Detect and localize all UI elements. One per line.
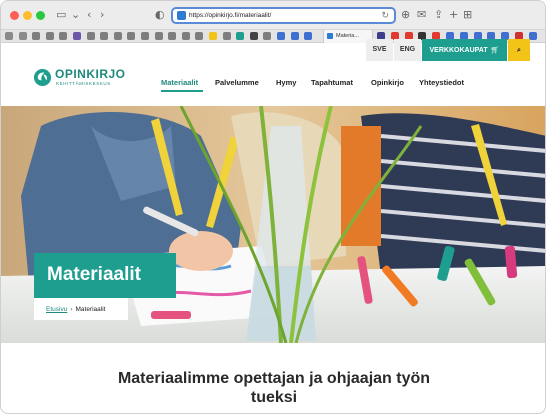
logo-name: OPINKIRJO xyxy=(55,67,126,81)
nav-materiaalit[interactable]: Materiaalit xyxy=(161,78,198,88)
bookmark-favicon-icon[interactable] xyxy=(290,32,299,40)
nav-yhteystiedot[interactable]: Yhteystiedot xyxy=(419,78,464,88)
bookmark-favicon-icon[interactable] xyxy=(59,32,68,40)
forward-icon[interactable]: › xyxy=(100,8,104,22)
logo-mark-icon xyxy=(33,68,52,87)
nav-tapahtumat[interactable]: Tapahtumat xyxy=(311,78,353,88)
bookmark-favicon-icon[interactable] xyxy=(304,32,313,40)
page-title: Materiaalit xyxy=(47,264,141,285)
bookmark-favicon-icon[interactable] xyxy=(86,32,95,40)
back-icon[interactable]: ‹ xyxy=(87,8,91,22)
bookmark-favicon-icon[interactable] xyxy=(181,32,190,40)
tab-overview-icon[interactable]: ⊞ xyxy=(463,8,472,22)
close-window-button[interactable] xyxy=(10,11,19,20)
browser-toolbar: ▭ ⌄ ‹ › ◐ https://opinkirjo.fi/materiaal… xyxy=(1,1,545,30)
sidebar-toggle-icon[interactable]: ▭ xyxy=(56,8,66,22)
new-tab-icon[interactable]: + xyxy=(449,8,458,22)
reload-icon[interactable]: ↻ xyxy=(381,9,389,22)
breadcrumb: Etusivu › Materiaalit xyxy=(34,298,128,320)
webshops-label: VERKKOKAUPAT xyxy=(429,47,488,54)
zoom-window-button[interactable] xyxy=(36,11,45,20)
tab-favicon-icon xyxy=(327,33,333,39)
download-icon[interactable]: ⊕ xyxy=(401,8,410,22)
language-sve-button[interactable]: SVE xyxy=(366,39,393,61)
breadcrumb-home-link[interactable]: Etusivu xyxy=(46,306,67,313)
bookmark-favicon-icon[interactable] xyxy=(127,32,136,40)
bookmark-favicon-icon[interactable] xyxy=(45,32,54,40)
bookmark-favicon-icon[interactable] xyxy=(236,32,245,40)
nav-opinkirjo[interactable]: Opinkirjo xyxy=(371,78,404,88)
tab-menu-chevron-icon[interactable]: ⌄ xyxy=(71,8,80,22)
bookmark-favicon-icon[interactable] xyxy=(209,32,217,40)
bookmark-favicon-icon[interactable] xyxy=(263,32,272,40)
nav-palvelumme[interactable]: Palvelumme xyxy=(215,78,259,88)
bookmark-favicon-icon[interactable] xyxy=(277,32,285,40)
bookmark-favicon-icon[interactable] xyxy=(195,32,204,40)
search-icon: ⌕ xyxy=(517,46,521,54)
bookmark-favicon-icon[interactable] xyxy=(18,32,27,40)
breadcrumb-separator: › xyxy=(70,306,73,313)
bookmark-favicon-icon[interactable] xyxy=(113,32,122,40)
nav-active-indicator xyxy=(161,90,203,92)
nav-hymy[interactable]: Hymy xyxy=(276,78,296,88)
webshops-button[interactable]: VERKKOKAUPAT 🛒︎ xyxy=(422,39,507,61)
language-eng-button[interactable]: ENG xyxy=(394,39,421,61)
logo-subtitle: KEHITTÄMISKESKUS xyxy=(56,81,111,86)
privacy-shield-icon[interactable]: ◐ xyxy=(155,8,165,22)
bookmark-favicon-icon[interactable] xyxy=(141,32,149,40)
bookmark-favicon-icon[interactable] xyxy=(168,32,177,40)
address-bar[interactable]: https://opinkirjo.fi/materiaalit/ ↻ xyxy=(171,7,396,24)
bookmark-favicon-icon[interactable] xyxy=(249,32,258,40)
breadcrumb-current: Materiaalit xyxy=(75,306,106,313)
bookmark-favicon-icon[interactable] xyxy=(5,32,13,40)
browser-window: ▭ ⌄ ‹ › ◐ https://opinkirjo.fi/materiaal… xyxy=(0,0,546,414)
cart-icon: 🛒︎ xyxy=(490,46,500,54)
search-button[interactable]: ⌕ xyxy=(508,39,530,61)
site-logo[interactable]: OPINKIRJO KEHITTÄMISKESKUS xyxy=(33,68,143,90)
bookmark-favicon-icon[interactable] xyxy=(100,32,109,40)
bookmark-favicon-icon[interactable] xyxy=(32,32,41,40)
site-favicon-icon xyxy=(177,11,186,20)
hero-title-box: Materiaalit xyxy=(34,253,176,298)
active-tab-title: Materia... xyxy=(336,33,359,39)
bookmark-favicon-icon[interactable] xyxy=(154,32,163,40)
share-icon[interactable]: ⇪ xyxy=(434,8,443,22)
minimize-window-button[interactable] xyxy=(23,11,32,20)
address-url: https://opinkirjo.fi/materiaalit/ xyxy=(189,12,272,19)
section-heading: Materiaalimme opettajan ja ohjaajan työn… xyxy=(117,370,431,406)
bookmark-favicon-icon[interactable] xyxy=(222,32,231,40)
mail-icon[interactable]: ✉ xyxy=(417,8,426,22)
bookmark-favicon-icon[interactable] xyxy=(73,32,81,40)
